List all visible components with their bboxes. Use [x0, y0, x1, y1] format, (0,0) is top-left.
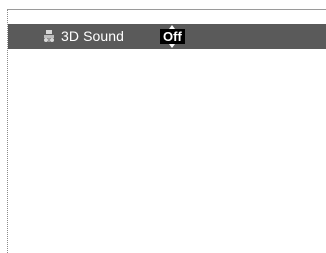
- speaker-3d-icon: [42, 29, 56, 43]
- value-selector[interactable]: Off: [160, 25, 185, 48]
- menu-item-label: 3D Sound: [61, 28, 125, 44]
- arrow-down-icon[interactable]: [169, 44, 176, 48]
- settings-screen: 3D Sound Off: [7, 9, 326, 253]
- menu-item-3d-sound[interactable]: 3D Sound Off: [8, 24, 326, 49]
- arrow-up-icon[interactable]: [169, 25, 176, 29]
- value-text: Off: [163, 29, 182, 44]
